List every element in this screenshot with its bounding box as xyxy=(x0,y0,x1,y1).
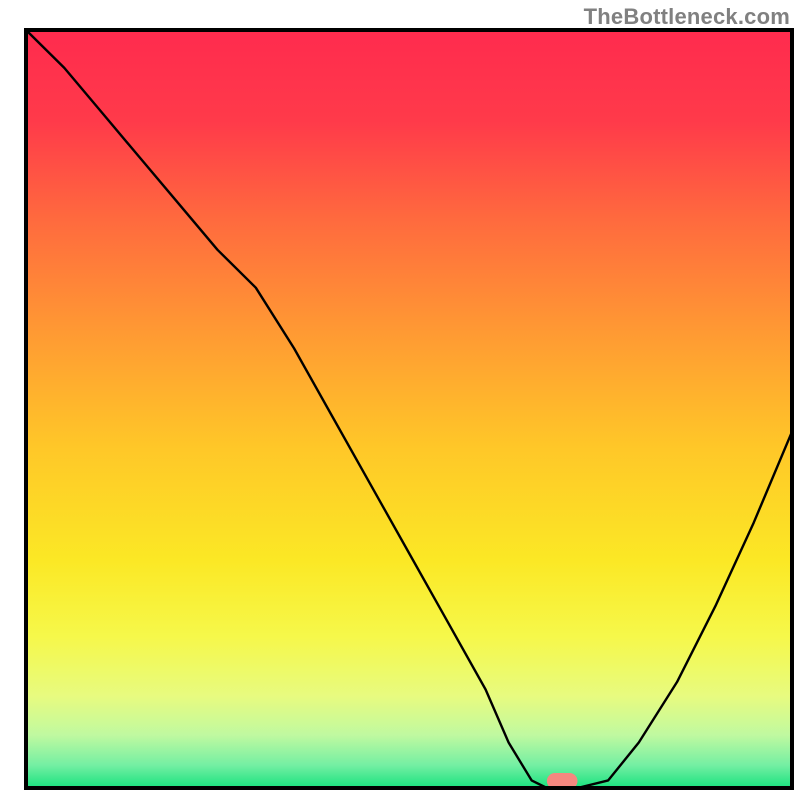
chart-container: TheBottleneck.com xyxy=(0,0,800,800)
plot-area xyxy=(26,30,792,789)
gradient-background xyxy=(26,30,792,788)
bottleneck-chart xyxy=(0,0,800,800)
watermark-text: TheBottleneck.com xyxy=(584,4,790,30)
